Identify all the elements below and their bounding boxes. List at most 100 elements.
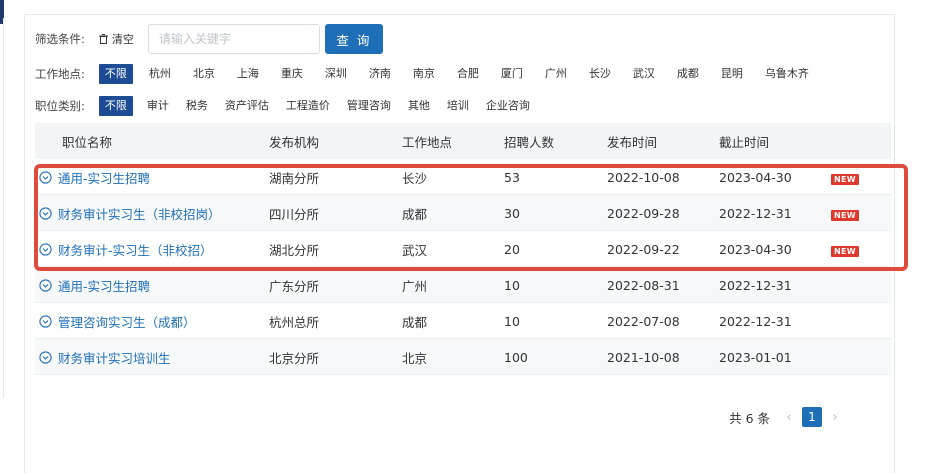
location-tag[interactable]: 重庆 bbox=[277, 64, 307, 84]
circle-chevron-down-icon bbox=[39, 206, 52, 220]
job-title-link[interactable]: 管理咨询实习生（成都） bbox=[58, 312, 196, 331]
count-cell: 30 bbox=[504, 205, 520, 221]
org-cell: 湖南分所 bbox=[269, 170, 320, 186]
category-tag[interactable]: 企业咨询 bbox=[482, 96, 534, 116]
circle-chevron-down-icon bbox=[39, 242, 52, 256]
page-1-button[interactable]: 1 bbox=[802, 407, 822, 427]
location-tag[interactable]: 不限 bbox=[98, 64, 133, 84]
org-cell: 杭州总所 bbox=[269, 314, 320, 330]
location-cell: 北京 bbox=[402, 350, 428, 366]
job-title-cell[interactable]: 管理咨询实习生（成都） bbox=[35, 312, 269, 331]
location-cell: 武汉 bbox=[402, 242, 428, 258]
category-tags: 不限 审计 税务 资产评估 工程造价 管理咨询 其他 培训 企业咨询 bbox=[98, 96, 543, 116]
location-tag[interactable]: 昆明 bbox=[717, 64, 747, 84]
job-list-panel: 筛选条件: 清空 查 询 工作地点: 不限杭州北京上海重庆深圳济南南京合肥厦门广… bbox=[24, 14, 895, 473]
org-cell: 四川分所 bbox=[269, 206, 320, 222]
deadline-cell: 2023-04-30 bbox=[719, 169, 792, 185]
category-filter-row: 职位类别: 不限 审计 税务 资产评估 工程造价 管理咨询 其他 培训 企业咨询 bbox=[35, 95, 543, 117]
location-cell: 成都 bbox=[402, 314, 428, 330]
table-row[interactable]: 管理咨询实习生（成都） 杭州总所 成都 10 2022-07-08 2022-12-31 bbox=[35, 303, 891, 339]
location-tag[interactable]: 上海 bbox=[233, 64, 263, 84]
next-page-button[interactable]: › bbox=[828, 410, 842, 425]
count-cell: 53 bbox=[504, 169, 520, 185]
new-badge: NEW bbox=[831, 245, 859, 257]
search-filter-row: 筛选条件: 清空 查 询 bbox=[35, 24, 383, 54]
table-row[interactable]: 财务审计实习培训生 北京分所 北京 100 2021-10-08 2023-01-01 bbox=[35, 339, 891, 375]
category-tag[interactable]: 管理咨询 bbox=[343, 96, 395, 116]
count-cell: 20 bbox=[504, 241, 520, 257]
location-filter-row: 工作地点: 不限 杭州 北京 上海 重庆 深圳 济南 南京 合肥 厦门 广州 长沙 武汉 成都 昆明 乌鲁木齐 bbox=[35, 63, 827, 85]
location-cell: 广州 bbox=[402, 278, 428, 294]
keyword-search-input[interactable] bbox=[147, 24, 320, 54]
job-title-link[interactable]: 财务审计实习培训生 bbox=[58, 348, 171, 367]
circle-chevron-down-icon bbox=[39, 170, 52, 184]
location-tag[interactable]: 合肥 bbox=[453, 64, 483, 84]
job-title-cell[interactable]: 财务审计实习培训生 bbox=[35, 348, 269, 367]
org-cell: 广东分所 bbox=[269, 278, 320, 294]
job-title-link[interactable]: 通用-实习生招聘 bbox=[58, 168, 150, 187]
deadline-cell: 2023-01-01 bbox=[719, 349, 792, 365]
category-tag[interactable]: 不限 bbox=[98, 96, 133, 116]
table-row[interactable]: 财务审计实习生（非校招岗） 四川分所 成都 30 2022-09-28 2022-12-3… bbox=[35, 195, 891, 231]
published-cell: 2022-09-28 bbox=[607, 205, 680, 221]
published-cell: 2021-10-08 bbox=[607, 349, 680, 365]
location-tag[interactable]: 深圳 bbox=[321, 64, 351, 84]
location-tag[interactable]: 南京 bbox=[409, 64, 439, 84]
header-count: 招聘人数 bbox=[504, 134, 555, 150]
category-filter-label: 职位类别: bbox=[35, 99, 85, 113]
job-title-cell[interactable]: 财务审计-实习生（非校招） bbox=[35, 240, 269, 259]
location-tag[interactable]: 乌鲁木齐 bbox=[761, 64, 813, 84]
deadline-cell: 2022-12-31 bbox=[719, 277, 792, 293]
job-title-cell[interactable]: 财务审计实习生（非校招岗） bbox=[35, 204, 269, 223]
location-tag[interactable]: 杭州 bbox=[145, 64, 175, 84]
clear-label: 清空 bbox=[111, 33, 134, 46]
table-row[interactable]: 通用-实习生招聘 广东分所 广州 10 2022-08-31 2022-12-31 bbox=[35, 267, 891, 303]
trash-icon bbox=[98, 34, 108, 44]
location-filter-label: 工作地点: bbox=[35, 67, 85, 81]
table-row[interactable]: 财务审计-实习生（非校招） 湖北分所 武汉 20 2022-09-22 2023-04-3… bbox=[35, 231, 891, 267]
deadline-cell: 2023-04-30 bbox=[719, 241, 792, 257]
location-tag[interactable]: 广州 bbox=[541, 64, 571, 84]
circle-chevron-down-icon bbox=[39, 278, 52, 292]
location-tag[interactable]: 武汉 bbox=[629, 64, 659, 84]
prev-page-button[interactable]: ‹ bbox=[782, 410, 796, 425]
left-divider bbox=[3, 18, 4, 398]
location-tag[interactable]: 济南 bbox=[365, 64, 395, 84]
location-cell: 长沙 bbox=[402, 170, 428, 186]
location-tag[interactable]: 成都 bbox=[673, 64, 703, 84]
circle-chevron-down-icon bbox=[39, 350, 52, 364]
location-tags: 不限 杭州 北京 上海 重庆 深圳 济南 南京 合肥 厦门 广州 长沙 武汉 成都 昆明 乌鲁木齐 bbox=[98, 64, 827, 84]
job-title-link[interactable]: 通用-实习生招聘 bbox=[58, 276, 150, 295]
org-cell: 湖北分所 bbox=[269, 242, 320, 258]
category-tag[interactable]: 其他 bbox=[404, 96, 434, 116]
header-deadline: 截止时间 bbox=[719, 134, 770, 150]
location-tag[interactable]: 长沙 bbox=[585, 64, 615, 84]
deadline-cell: 2022-12-31 bbox=[719, 205, 792, 221]
header-org: 发布机构 bbox=[269, 134, 320, 150]
filter-condition-label: 筛选条件: bbox=[35, 32, 85, 46]
job-title-link[interactable]: 财务审计-实习生（非校招） bbox=[58, 240, 213, 259]
table-header: 职位名称 发布机构 工作地点 招聘人数 发布时间 截止时间 bbox=[35, 123, 891, 159]
header-published: 发布时间 bbox=[607, 134, 658, 150]
location-cell: 成都 bbox=[402, 206, 428, 222]
table-row[interactable]: 通用-实习生招聘 湖南分所 长沙 53 2022-10-08 2023-04-30 NEW bbox=[35, 159, 891, 195]
job-title-link[interactable]: 财务审计实习生（非校招岗） bbox=[58, 204, 221, 223]
count-cell: 100 bbox=[504, 349, 528, 365]
published-cell: 2022-10-08 bbox=[607, 169, 680, 185]
location-tag[interactable]: 北京 bbox=[189, 64, 219, 84]
category-tag[interactable]: 审计 bbox=[143, 96, 173, 116]
new-badge: NEW bbox=[831, 173, 859, 185]
job-title-cell[interactable]: 通用-实习生招聘 bbox=[35, 276, 269, 295]
pagination: 共 6 条 ‹ 1 › bbox=[729, 407, 842, 427]
category-tag[interactable]: 培训 bbox=[443, 96, 473, 116]
published-cell: 2022-08-31 bbox=[607, 277, 680, 293]
row-divider bbox=[35, 374, 891, 375]
org-cell: 北京分所 bbox=[269, 350, 320, 366]
search-button[interactable]: 查 询 bbox=[324, 24, 383, 54]
category-tag[interactable]: 工程造价 bbox=[282, 96, 334, 116]
location-tag[interactable]: 厦门 bbox=[497, 64, 527, 84]
job-title-cell[interactable]: 通用-实习生招聘 bbox=[35, 168, 269, 187]
clear-button[interactable]: 清空 bbox=[98, 31, 134, 47]
category-tag[interactable]: 资产评估 bbox=[221, 96, 273, 116]
category-tag[interactable]: 税务 bbox=[182, 96, 212, 116]
